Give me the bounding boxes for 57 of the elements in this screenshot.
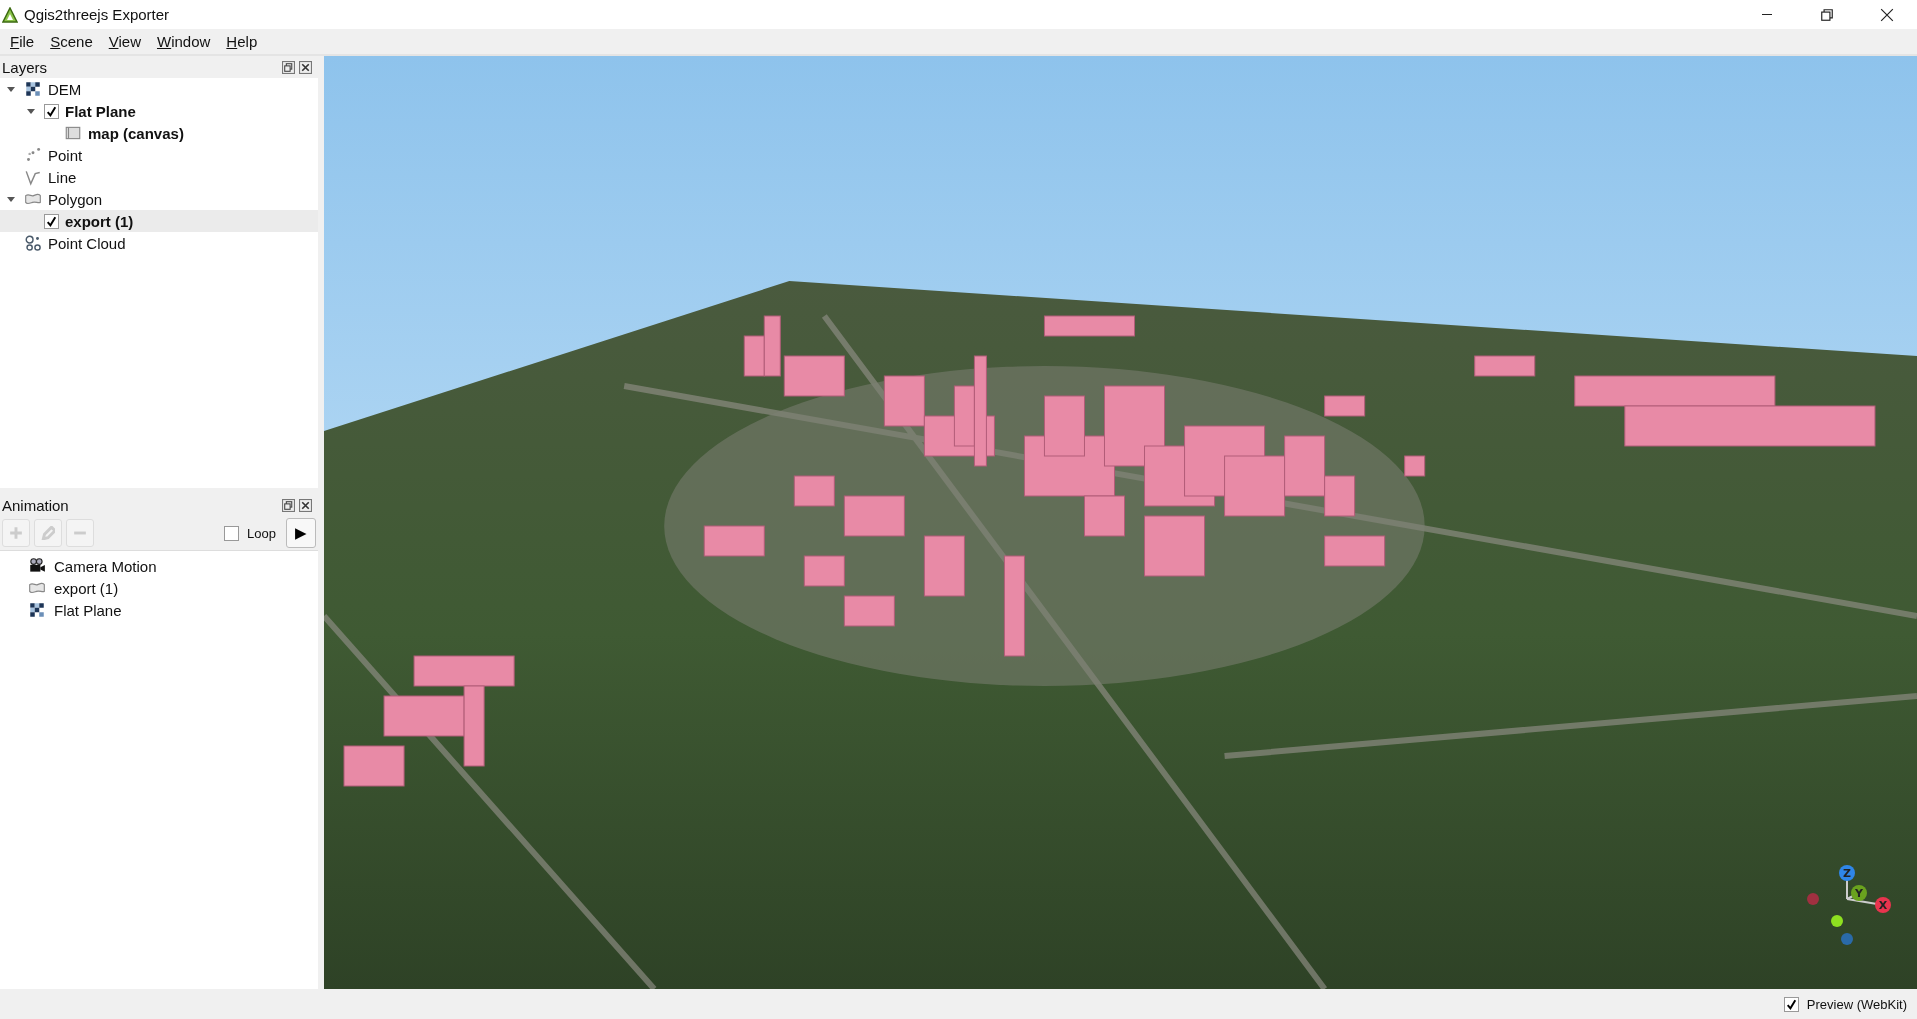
menu-item[interactable]: View [100, 31, 149, 52]
video-camera-icon [28, 557, 46, 575]
raster-grid-icon [28, 601, 46, 619]
minimize-icon [1760, 14, 1774, 15]
menu-item[interactable]: Help [218, 31, 266, 52]
layer-label: Flat Plane [65, 102, 136, 120]
layer-label: export (1) [65, 212, 134, 230]
layer-row[interactable]: DEM [0, 78, 318, 100]
map-layer-icon [64, 124, 82, 142]
layer-row[interactable]: Point Cloud [0, 232, 318, 254]
checkbox[interactable] [44, 213, 59, 229]
checkbox[interactable] [44, 103, 59, 119]
window-title: Qgis2threejs Exporter [24, 6, 170, 23]
close-icon[interactable] [299, 498, 312, 512]
float-icon[interactable] [282, 60, 295, 74]
loop-label: Loop [247, 525, 276, 541]
layer-label: DEM [48, 80, 82, 98]
layer-label: Polygon [48, 190, 103, 208]
play-button[interactable]: ▶ [286, 518, 316, 548]
line-icon [24, 168, 42, 186]
layer-row[interactable]: Polygon [0, 188, 318, 210]
panel-title: Layers [2, 58, 48, 76]
axis-marker: Z [1839, 865, 1855, 881]
menu-item[interactable]: Window [149, 31, 219, 52]
pencil-icon [41, 526, 55, 540]
expand-arrow-icon[interactable] [26, 106, 36, 116]
expand-arrow-icon[interactable] [6, 194, 16, 204]
layer-row[interactable]: Point [0, 144, 318, 166]
point-cloud-icon [24, 234, 42, 252]
plus-icon [9, 526, 23, 540]
minus-icon [73, 531, 87, 535]
preview-label: Preview (WebKit) [1806, 996, 1907, 1012]
layer-row[interactable]: export (1) [0, 210, 318, 232]
animation-item[interactable]: Camera Motion [54, 557, 157, 575]
layer-label: Line [48, 168, 77, 186]
checkbox[interactable] [224, 525, 240, 541]
animation-item[interactable]: Flat Plane [54, 601, 122, 619]
animation-item[interactable]: export (1) [54, 579, 119, 597]
close-icon [1880, 7, 1894, 22]
float-icon[interactable] [282, 498, 295, 512]
close-icon[interactable] [299, 60, 312, 74]
layer-label: Point [48, 146, 83, 164]
axis-marker: X [1875, 897, 1891, 913]
restore-icon [1820, 7, 1834, 22]
checkbox[interactable] [1783, 996, 1799, 1012]
panel-title: Animation [2, 496, 69, 514]
points-icon [24, 146, 42, 164]
raster-grid-icon [24, 80, 42, 98]
layer-row[interactable]: map (canvas) [0, 122, 318, 144]
layer-row[interactable]: Line [0, 166, 318, 188]
layer-row[interactable]: Flat Plane [0, 100, 318, 122]
menu-item[interactable]: Scene [42, 31, 101, 52]
expand-arrow-icon[interactable] [6, 84, 16, 94]
menu-item[interactable]: File [2, 31, 43, 52]
layer-label: Point Cloud [48, 234, 126, 252]
layer-label: map (canvas) [88, 124, 184, 142]
axis-marker: Y [1851, 885, 1867, 901]
